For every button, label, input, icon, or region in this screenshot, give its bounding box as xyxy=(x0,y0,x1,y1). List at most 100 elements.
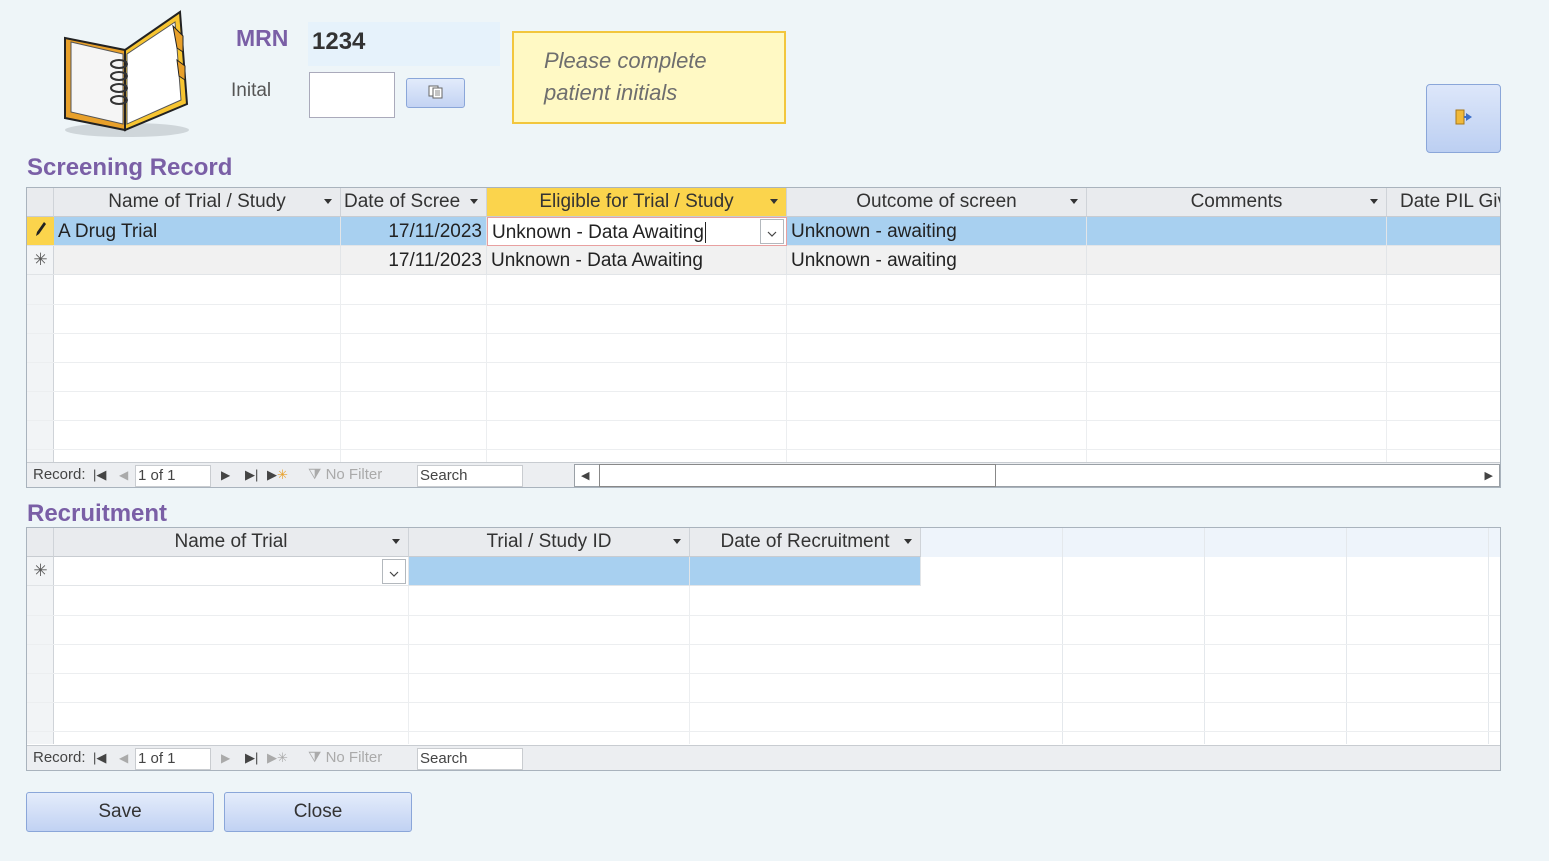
next-record-icon[interactable]: ▶ xyxy=(221,463,230,487)
close-button[interactable]: Close xyxy=(224,792,412,832)
grid-line xyxy=(27,449,1500,450)
previous-record-icon[interactable]: ◀ xyxy=(119,463,128,487)
grid-line xyxy=(1346,528,1347,744)
cell-outcome[interactable]: Unknown - awaiting xyxy=(787,246,1087,275)
col-header-date-of-screen[interactable]: Date of Scree xyxy=(341,188,487,217)
cell-eligible[interactable]: Unknown - Data Awaiting xyxy=(487,246,787,275)
current-record-box[interactable]: 1 of 1 xyxy=(135,465,211,487)
cell-name-of-trial-combo[interactable] xyxy=(54,557,409,586)
last-record-icon[interactable]: ▶| xyxy=(245,746,258,770)
dropdown-arrow-icon[interactable] xyxy=(1070,199,1078,204)
col-header-name-of-trial[interactable]: Name of Trial / Study xyxy=(54,188,341,217)
next-record-icon[interactable]: ▶ xyxy=(221,746,230,770)
current-record-box[interactable]: 1 of 1 xyxy=(135,748,211,770)
first-record-icon[interactable]: |◀ xyxy=(93,463,106,487)
previous-record-icon[interactable]: ◀ xyxy=(119,746,128,770)
col-header-label: Name of Trial / Study xyxy=(108,191,286,212)
col-header-outcome[interactable]: Outcome of screen xyxy=(787,188,1087,217)
grid-line xyxy=(27,333,1500,334)
col-header-name-of-trial[interactable]: Name of Trial xyxy=(54,528,409,557)
copy-icon xyxy=(428,84,444,103)
initials-warning-note: Please complete patient initials xyxy=(512,31,786,124)
record-label: Record: xyxy=(33,749,86,766)
no-filter-label: No Filter xyxy=(325,466,383,483)
hint-line-1: Please complete xyxy=(544,48,707,73)
grid-line xyxy=(408,586,409,744)
eligible-value: Unknown - Data Awaiting xyxy=(492,222,704,243)
horizontal-scrollbar[interactable]: ◀ ▶ xyxy=(574,464,1500,487)
screening-datasheet: Name of Trial / Study Date of Scree Elig… xyxy=(26,187,1501,488)
cell-outcome[interactable]: Unknown - awaiting xyxy=(787,217,1087,246)
col-header-label: Trial / Study ID xyxy=(486,531,612,552)
new-record-asterisk-icon: ✳ xyxy=(33,561,48,581)
no-filter-label: No Filter xyxy=(325,749,383,766)
grid-line xyxy=(1488,528,1489,744)
cell-trial-name[interactable]: A Drug Trial xyxy=(54,217,341,246)
new-record-nav-icon[interactable]: ▶✳ xyxy=(267,746,288,770)
chevron-down-icon xyxy=(767,222,777,241)
first-record-icon[interactable]: |◀ xyxy=(93,746,106,770)
record-selector-new[interactable]: ✳ xyxy=(27,246,54,275)
col-header-label: Name of Trial xyxy=(174,531,288,552)
no-filter-button[interactable]: ⧩ No Filter xyxy=(308,463,382,487)
dropdown-arrow-icon[interactable] xyxy=(904,539,912,544)
col-header-label: Comments xyxy=(1190,191,1283,212)
search-input[interactable]: Search xyxy=(417,748,523,770)
mrn-value: 1234 xyxy=(308,22,500,66)
exit-button[interactable] xyxy=(1426,84,1501,153)
combo-dropdown-button[interactable] xyxy=(760,219,784,244)
pencil-edit-icon xyxy=(35,221,47,242)
no-filter-button[interactable]: ⧩ No Filter xyxy=(308,746,382,770)
cell-trial-study-id[interactable] xyxy=(409,557,690,586)
col-header-trial-study-id[interactable]: Trial / Study ID xyxy=(409,528,690,557)
dropdown-arrow-icon[interactable] xyxy=(324,199,332,204)
cell-date-of-screen[interactable]: 17/11/2023 xyxy=(341,217,487,246)
cell-date-pil-given[interactable] xyxy=(1387,217,1500,246)
copy-button[interactable] xyxy=(406,78,465,108)
dropdown-arrow-icon[interactable] xyxy=(470,199,478,204)
col-header-label: Date of Recruitment xyxy=(720,531,890,552)
col-header-comments[interactable]: Comments xyxy=(1087,188,1387,217)
initial-label: Inital xyxy=(231,80,272,101)
cell-trial-name[interactable] xyxy=(54,246,341,275)
grid-line xyxy=(689,586,690,744)
dropdown-arrow-icon[interactable] xyxy=(770,199,778,204)
scrollbar-thumb[interactable] xyxy=(599,464,996,487)
cell-comments[interactable] xyxy=(1087,217,1387,246)
cell-date-of-screen[interactable]: 17/11/2023 xyxy=(341,246,487,275)
cell-comments[interactable] xyxy=(1087,246,1387,275)
col-header-label: Date PIL Giver xyxy=(1400,191,1500,212)
empty-header-area xyxy=(921,528,1500,557)
scroll-left-icon[interactable]: ◀ xyxy=(581,469,589,482)
grid-line xyxy=(27,731,1500,732)
new-record-nav-icon[interactable]: ▶✳ xyxy=(267,463,288,487)
grid-line xyxy=(27,615,1500,616)
last-record-icon[interactable]: ▶| xyxy=(245,463,258,487)
grid-line xyxy=(1062,528,1063,744)
dropdown-arrow-icon[interactable] xyxy=(392,539,400,544)
select-all-corner[interactable] xyxy=(27,188,54,217)
record-navigation-bar: Record: |◀ ◀ 1 of 1 ▶ ▶| ▶✳ ⧩ No Filter … xyxy=(27,745,1500,770)
new-record-asterisk-icon: ✳ xyxy=(33,250,48,270)
screening-record-title: Screening Record xyxy=(27,154,233,181)
dropdown-arrow-icon[interactable] xyxy=(673,539,681,544)
col-header-date-pil-given[interactable]: Date PIL Giver xyxy=(1387,188,1500,217)
col-header-date-of-recruitment[interactable]: Date of Recruitment xyxy=(690,528,921,557)
grid-line xyxy=(27,420,1500,421)
combo-dropdown-button[interactable] xyxy=(382,559,406,584)
save-button[interactable]: Save xyxy=(26,792,214,832)
cell-eligible-combo[interactable]: Unknown - Data Awaiting xyxy=(487,217,787,246)
scroll-right-icon[interactable]: ▶ xyxy=(1485,469,1493,482)
cell-date-pil-given[interactable] xyxy=(1387,246,1500,275)
record-selector-current[interactable] xyxy=(27,217,54,246)
search-input[interactable]: Search xyxy=(417,465,523,487)
select-all-corner[interactable] xyxy=(27,528,54,557)
initial-input[interactable] xyxy=(309,72,395,118)
recruitment-datasheet: Name of Trial Trial / Study ID Date of R… xyxy=(26,527,1501,771)
dropdown-arrow-icon[interactable] xyxy=(1370,199,1378,204)
cell-date-of-recruitment[interactable] xyxy=(690,557,921,586)
col-header-eligible[interactable]: Eligible for Trial / Study xyxy=(487,188,787,217)
grid-line xyxy=(1204,528,1205,744)
filter-funnel-icon: ⧩ xyxy=(308,466,322,483)
record-selector-new[interactable]: ✳ xyxy=(27,557,54,586)
